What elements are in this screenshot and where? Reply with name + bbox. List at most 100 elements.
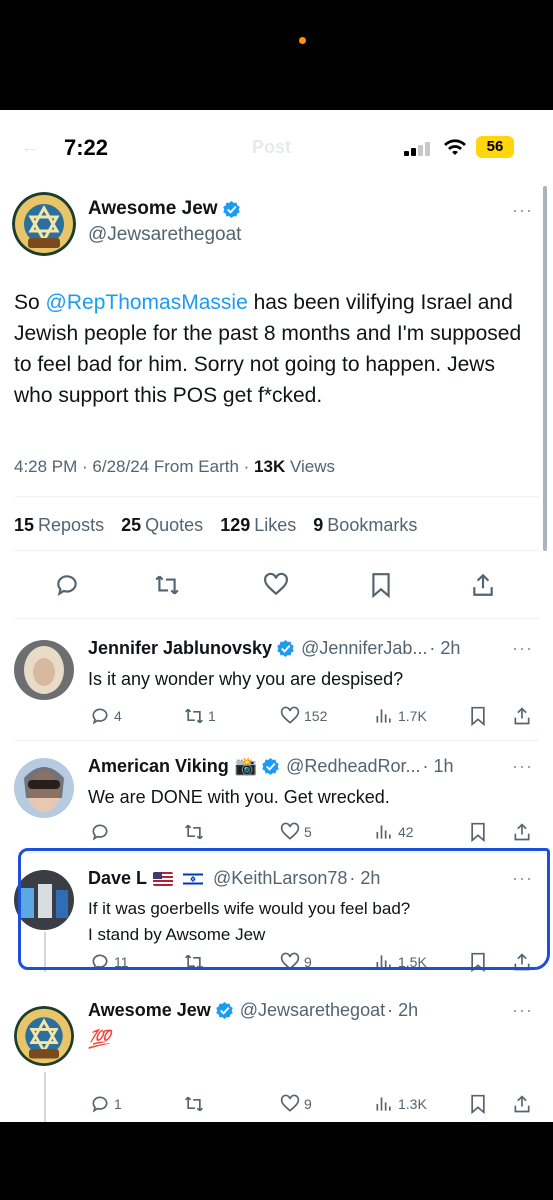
reply-item[interactable]: Awesome Jew @Jewsarethegoat · 2h ··· 💯 1…	[0, 980, 553, 1122]
camera-emoji-icon: 📸	[234, 756, 258, 776]
reply-action-bar: 4 1 152 1.7K	[88, 706, 538, 730]
bookmark-icon[interactable]	[468, 1094, 488, 1114]
reply-action-bar: 1 9 1.3K	[88, 1094, 538, 1118]
divider	[14, 496, 539, 497]
author-handle[interactable]: @Jewsarethegoat	[88, 224, 241, 246]
reply-button[interactable]: 1	[90, 1094, 122, 1114]
author-name-row[interactable]: Awesome Jew	[88, 198, 241, 220]
tweet-metadata: 4:28 PM · 6/28/24 From Earth · 13K Views	[14, 457, 335, 476]
reply-display-name[interactable]: American Viking	[88, 756, 229, 777]
author-handle-row: @Jewsarethegoat	[88, 224, 241, 246]
share-icon[interactable]	[512, 822, 532, 842]
reposts-stat[interactable]: 15 Reposts	[14, 515, 104, 535]
reply-display-name[interactable]: Awesome Jew	[88, 1000, 211, 1021]
reply-icon[interactable]	[54, 572, 80, 598]
tweet-text-part: So	[14, 291, 46, 314]
reply-action-bar: 5 42	[88, 822, 538, 846]
reply-item[interactable]: American Viking 📸 @RedheadRor... · 1h ··…	[0, 740, 553, 852]
reply-icon	[92, 708, 108, 725]
tweet-text: So @RepThomasMassie has been vilifying I…	[14, 287, 539, 411]
app-screen: ← 7:22 Post 56 Awesome Jew @Jewsarethego…	[0, 110, 553, 1122]
reply-handle[interactable]: @JenniferJab...	[301, 638, 427, 659]
verified-badge-icon	[215, 1001, 233, 1020]
mention-link[interactable]: @RepThomasMassie	[46, 291, 248, 314]
likes-count: 129	[220, 515, 251, 535]
repost-button[interactable]	[184, 1094, 208, 1114]
hundred-points-emoji-icon: 💯	[88, 1029, 111, 1049]
quotes-stat[interactable]: 25 Quotes	[121, 515, 203, 535]
share-icon[interactable]	[512, 1094, 532, 1114]
repost-icon	[185, 708, 203, 724]
bookmarks-stat[interactable]: 9 Bookmarks	[313, 515, 417, 535]
repost-count: 1	[208, 708, 216, 724]
like-heart-icon[interactable]	[263, 572, 289, 598]
scrollbar[interactable]	[543, 186, 547, 551]
cellular-signal-icon	[404, 142, 434, 156]
views-count: 13K	[254, 457, 286, 476]
bottom-black-bar	[0, 1122, 553, 1200]
like-count: 9	[304, 1096, 312, 1112]
reply-text: Is it any wonder why you are despised?	[88, 669, 404, 689]
like-button[interactable]: 9	[280, 1094, 312, 1114]
reply-text: We are DONE with you. Get wrecked.	[88, 787, 390, 807]
divider	[14, 550, 539, 551]
repost-button[interactable]: 1	[184, 706, 216, 726]
more-options-icon[interactable]: ···	[512, 756, 533, 777]
like-button[interactable]: 152	[280, 706, 327, 726]
reposts-count: 15	[14, 515, 35, 535]
verified-badge-icon	[277, 639, 294, 658]
top-black-bar	[0, 0, 553, 110]
reply-button[interactable]	[90, 822, 114, 842]
repost-button[interactable]	[184, 822, 208, 842]
star-of-david-logo-icon	[12, 192, 76, 256]
reply-count: 4	[114, 708, 122, 724]
reply-icon	[92, 824, 108, 841]
like-heart-icon	[280, 706, 300, 724]
avatar[interactable]	[14, 640, 74, 700]
views-button[interactable]: 42	[374, 822, 414, 842]
more-options-icon[interactable]: ···	[512, 638, 533, 659]
views-chart-icon	[376, 825, 391, 839]
author-display-name[interactable]: Awesome Jew	[88, 198, 218, 220]
share-icon[interactable]	[512, 706, 532, 726]
quotes-label: Quotes	[145, 515, 204, 535]
views-label: Views	[289, 457, 335, 476]
verified-badge-icon	[262, 757, 279, 776]
likes-stat[interactable]: 129 Likes	[220, 515, 296, 535]
more-options-icon[interactable]: ···	[512, 200, 533, 221]
like-count: 152	[304, 708, 328, 724]
bookmarks-count: 9	[313, 515, 324, 535]
reply-time: · 1h	[422, 756, 454, 776]
reply-display-name[interactable]: Jennifer Jablunovsky	[88, 638, 272, 659]
page-title: Post	[252, 137, 292, 157]
repost-icon[interactable]	[154, 572, 180, 598]
like-heart-icon	[280, 1094, 300, 1112]
reply-handle[interactable]: @Jewsarethegoat	[240, 1000, 385, 1021]
tweet-date[interactable]: 6/28/24	[92, 457, 149, 476]
avatar[interactable]	[12, 192, 76, 256]
bookmark-icon[interactable]	[468, 706, 488, 726]
reply-item[interactable]: Jennifer Jablunovsky @JenniferJab... · 2…	[0, 618, 553, 740]
thread-line	[44, 1072, 46, 1122]
views-button[interactable]: 1.3K	[374, 1094, 427, 1114]
likes-label: Likes	[254, 515, 297, 535]
tweet-time[interactable]: 4:28 PM	[14, 457, 77, 476]
like-button[interactable]: 5	[280, 822, 312, 842]
avatar[interactable]	[14, 1006, 74, 1066]
status-bar: ← 7:22 Post 56	[0, 110, 553, 182]
reply-handle[interactable]: @RedheadRor...	[286, 756, 420, 777]
bookmark-icon[interactable]	[468, 822, 488, 842]
views-button[interactable]: 1.7K	[374, 706, 427, 726]
status-time: 7:22	[64, 135, 109, 160]
bookmark-icon[interactable]	[368, 572, 394, 598]
views-chart-icon	[376, 709, 391, 723]
reply-button[interactable]: 4	[90, 706, 122, 726]
verified-badge-icon	[222, 200, 240, 218]
share-icon[interactable]	[470, 572, 496, 598]
views-count: 1.3K	[398, 1096, 427, 1112]
more-options-icon[interactable]: ···	[512, 1000, 533, 1021]
back-arrow-icon[interactable]: ←	[20, 136, 40, 159]
views-chart-icon	[376, 1097, 391, 1111]
reply-name-row: Jennifer Jablunovsky @JenniferJab... · 2…	[88, 638, 460, 659]
avatar[interactable]	[14, 758, 74, 818]
